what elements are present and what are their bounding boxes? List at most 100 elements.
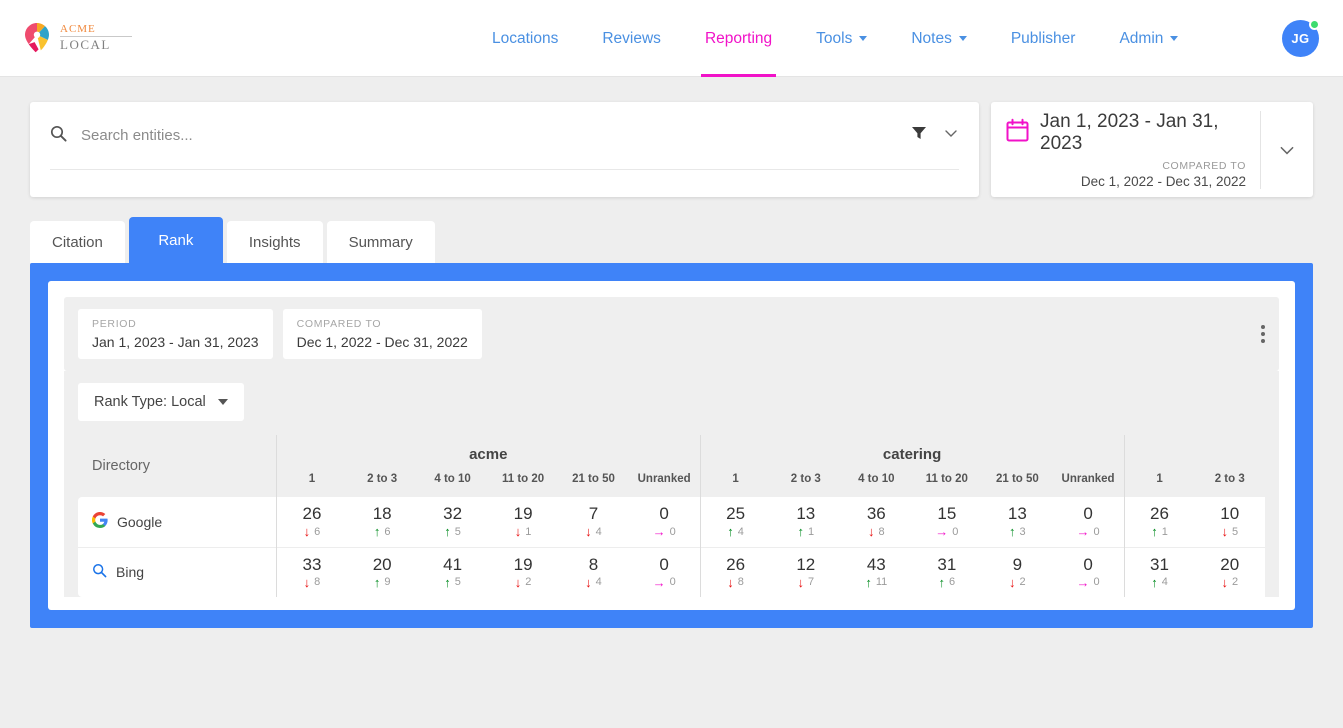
nav-item-label: Notes <box>911 29 952 47</box>
rank-delta: ↓ 2 <box>983 576 1051 589</box>
rank-delta: ↑ 4 <box>702 525 770 538</box>
rank-delta: → 0 <box>630 576 699 589</box>
nav-item-label: Publisher <box>1010 29 1076 47</box>
rank-delta: ↑ 5 <box>418 525 486 538</box>
brand-logo[interactable]: ACME LOCAL <box>20 21 240 55</box>
col-catering-unranked: Unranked <box>1061 473 1115 485</box>
filter-bar: Jan 1, 2023 - Jan 31, 2023 COMPARED TO D… <box>0 77 1343 197</box>
col-acme-11to20: 11 to 20 <box>501 473 545 485</box>
trend-flat-arrow-icon: → <box>652 574 666 590</box>
rank-value: 19 <box>513 554 533 574</box>
rank-value: 0 <box>659 554 669 574</box>
tab-rank[interactable]: Rank <box>128 217 223 263</box>
rank-value: 13 <box>1007 504 1027 524</box>
directory-column-header: Directory <box>92 458 151 474</box>
more-options-kebab-icon[interactable] <box>1261 322 1265 346</box>
trend-up-arrow-icon: ↑ <box>1151 574 1158 590</box>
rank-delta: ↑ 1 <box>772 525 840 538</box>
nav-item-publisher[interactable]: Publisher <box>989 0 1098 77</box>
rank-cell: 36 ↓ 8 <box>841 497 912 547</box>
rank-delta: → 0 <box>1054 576 1123 589</box>
period-value: Jan 1, 2023 - Jan 31, 2023 <box>92 334 259 350</box>
date-range-picker[interactable]: Jan 1, 2023 - Jan 31, 2023 COMPARED TO D… <box>991 102 1313 197</box>
nav-item-tools[interactable]: Tools <box>794 0 889 77</box>
rank-type-dropdown[interactable]: Rank Type: Local <box>78 383 244 421</box>
rank-cell: 19 ↓ 1 <box>488 497 558 547</box>
nav-item-reviews[interactable]: Reviews <box>580 0 683 77</box>
tab-summary[interactable]: Summary <box>326 221 435 263</box>
date-range-main: Jan 1, 2023 - Jan 31, 2023 COMPARED TO D… <box>991 110 1261 189</box>
nav-item-admin[interactable]: Admin <box>1097 0 1200 77</box>
rank-value: 20 <box>1220 554 1240 574</box>
search-expand-chevron-icon[interactable] <box>943 125 959 146</box>
group-header-partial <box>1123 435 1265 465</box>
col-partial-1: 1 <box>1123 465 1195 497</box>
rank-delta: ↑ 9 <box>348 576 416 589</box>
nav-item-locations[interactable]: Locations <box>470 0 580 77</box>
rank-cell: 12 ↓ 7 <box>770 546 842 597</box>
delta-value: 0 <box>669 525 676 538</box>
delta-value: 2 <box>1019 576 1026 589</box>
rank-delta: → 0 <box>913 525 982 538</box>
table-row[interactable]: Google 26 ↓ 6 18 ↑ 6 32 ↑ 5 19 ↓ 1 7 ↓ 4 0 → 0 25 ↑ 4 13 ↑ 1 36 ↓ 8… <box>78 497 1265 547</box>
date-range-chevron-icon[interactable] <box>1261 141 1313 159</box>
delta-value: 8 <box>878 525 885 538</box>
rank-value: 0 <box>1083 504 1093 524</box>
rank-value: 0 <box>659 504 669 524</box>
compared-to-box: COMPARED TO Dec 1, 2022 - Dec 31, 2022 <box>282 309 482 359</box>
nav-item-label: Admin <box>1119 29 1164 47</box>
trend-up-arrow-icon: ↑ <box>727 524 734 540</box>
rank-cell: 9 ↓ 2 <box>982 546 1053 597</box>
rank-cell: 26 ↓ 6 <box>275 497 347 547</box>
rank-delta: ↓ 8 <box>842 525 911 538</box>
rank-cell: 19 ↓ 2 <box>487 546 559 597</box>
rank-value: 19 <box>513 504 533 524</box>
tab-label: Insights <box>248 233 301 251</box>
chevron-down-icon <box>958 36 967 41</box>
rank-delta: ↑ 11 <box>842 576 911 589</box>
rank-value: 10 <box>1220 504 1240 524</box>
delta-value: 2 <box>525 576 532 589</box>
report-tabs: Citation Rank Insights Summary <box>30 217 1343 263</box>
rank-value: 32 <box>443 504 463 524</box>
search-card <box>30 102 979 197</box>
rank-delta: ↓ 6 <box>278 525 346 538</box>
delta-value: 4 <box>737 525 744 538</box>
nav-item-notes[interactable]: Notes <box>889 0 989 77</box>
rank-cell: 32 ↑ 5 <box>417 497 487 547</box>
rank-cell: 18 ↑ 6 <box>347 497 417 547</box>
delta-value: 0 <box>1093 576 1100 589</box>
nav-links: Locations Reviews Reporting Tools Notes … <box>470 0 1200 77</box>
rank-cell: 0 → 0 <box>1052 546 1125 597</box>
rank-delta: ↓ 8 <box>278 576 346 589</box>
nav-item-reporting[interactable]: Reporting <box>683 0 794 77</box>
trend-down-arrow-icon: ↓ <box>585 524 592 540</box>
rank-delta: ↓ 4 <box>559 525 627 538</box>
filter-funnel-icon[interactable] <box>911 125 927 146</box>
search-row <box>50 102 959 170</box>
trend-down-arrow-icon: ↓ <box>867 524 875 540</box>
directory-name: Google <box>117 513 163 530</box>
rank-value: 36 <box>866 504 886 524</box>
rank-cell: 8 ↓ 4 <box>558 546 629 597</box>
date-range-top: Jan 1, 2023 - Jan 31, 2023 <box>1005 111 1246 155</box>
rank-delta: → 0 <box>1054 525 1123 538</box>
tab-insights[interactable]: Insights <box>226 221 323 263</box>
search-input[interactable] <box>79 126 911 145</box>
rank-cell: 7 ↓ 4 <box>558 497 628 547</box>
directory-cell: Google <box>78 497 276 547</box>
rank-table-body: Google 26 ↓ 6 18 ↑ 6 32 ↑ 5 19 ↓ 1 7 ↓ 4 0 → 0 25 ↑ 4 13 ↑ 1 36 ↓ 8… <box>78 497 1265 597</box>
col-catering-1: 1 <box>699 465 771 497</box>
rank-value: 13 <box>796 504 816 524</box>
user-menu[interactable]: JG <box>1282 19 1320 57</box>
tab-citation[interactable]: Citation <box>30 221 125 263</box>
table-row[interactable]: Bing 33 ↓ 8 20 ↑ 9 41 ↑ 5 19 ↓ 2 8 ↓ 4 0 → 0 26 ↓ 8 12 ↓ 7 43 ↑ 11 3… <box>78 546 1265 597</box>
rank-value: 43 <box>866 554 886 574</box>
map-pin-logo-icon <box>20 21 54 55</box>
col-catering-4to10: 4 to 10 <box>858 473 895 485</box>
rank-delta: ↑ 6 <box>348 525 416 538</box>
chevron-down-icon <box>217 399 228 405</box>
rank-value: 20 <box>372 554 392 574</box>
delta-value: 1 <box>807 525 815 538</box>
col-acme-4to10: 4 to 10 <box>434 473 471 485</box>
